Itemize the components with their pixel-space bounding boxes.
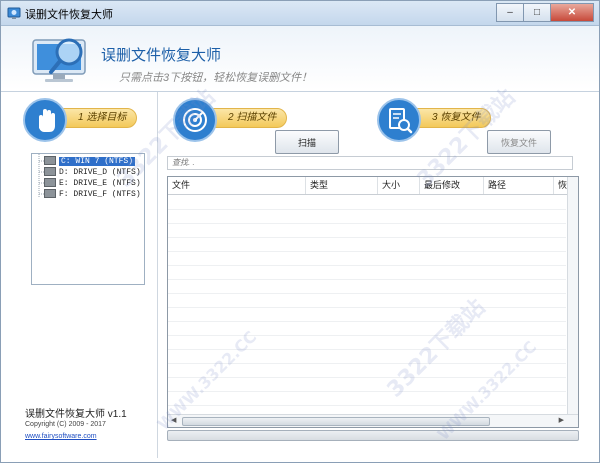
table-row (168, 321, 566, 336)
table-row (168, 223, 566, 238)
table-row (168, 237, 566, 252)
hard-drive-icon (44, 167, 56, 177)
header-subtitle: 只需点击3下按钮，轻松恢复误删文件！ (119, 72, 313, 84)
table-row (168, 209, 566, 224)
window-title: 误删文件恢复大师 (25, 9, 113, 21)
app-window: 误删文件恢复大师 – □ ✕ 误删文件恢复大师 只需点击3下按钮，轻松恢复误删文… (0, 0, 600, 463)
table-row (168, 307, 566, 322)
column-header-size[interactable]: 大小 (378, 177, 420, 194)
horizontal-scrollbar[interactable]: ◀ ▶ (168, 414, 578, 427)
column-header-file[interactable]: 文件 (168, 177, 306, 194)
table-row (168, 195, 566, 210)
app-version: 误删文件恢复大师 v1.1 (25, 409, 127, 420)
scan-progress-bar (167, 430, 579, 441)
hard-drive-icon (44, 189, 56, 199)
table-row (168, 279, 566, 294)
search-input[interactable] (167, 156, 573, 170)
table-row (168, 391, 566, 406)
app-icon (7, 7, 21, 19)
vertical-scrollbar[interactable] (567, 177, 578, 414)
column-header-type[interactable]: 类型 (306, 177, 378, 194)
file-list-table[interactable]: 文件 类型 大小 最后修改 路径 恢复 ◀ (167, 176, 579, 428)
title-bar[interactable]: 误删文件恢复大师 – □ ✕ (1, 1, 599, 26)
maximize-button[interactable]: □ (523, 3, 550, 22)
close-button[interactable]: ✕ (550, 3, 594, 22)
column-header-path[interactable]: 路径 (484, 177, 554, 194)
step-1-badge (23, 98, 67, 142)
table-row (168, 265, 566, 280)
scan-button[interactable]: 扫描 (275, 130, 339, 154)
minimize-button[interactable]: – (496, 3, 523, 22)
step-1-label: 1 选择目标 (55, 108, 138, 128)
recover-files-button[interactable]: 恢复文件 (487, 130, 551, 154)
scroll-right-icon[interactable]: ▶ (559, 416, 564, 424)
hand-icon (39, 109, 55, 132)
window-controls: – □ ✕ (496, 3, 594, 22)
table-header: 文件 类型 大小 最后修改 路径 恢复 (168, 177, 578, 195)
step-2-label: 2 扫描文件 (205, 108, 288, 128)
document-search-icon (389, 108, 413, 134)
header-title: 误删文件恢复大师 (101, 47, 222, 64)
hard-drive-icon (44, 156, 56, 166)
app-header: 误删文件恢复大师 只需点击3下按钮，轻松恢复误删文件！ (1, 26, 599, 90)
drive-item-f[interactable]: F: DRIVE_F (NTFS) (44, 189, 141, 200)
copyright-text: Copyright (C) 2009 - 2017 (25, 421, 106, 428)
table-row (168, 293, 566, 308)
step-3-badge (377, 98, 421, 142)
monitor-magnifier-logo (32, 38, 86, 82)
table-row (168, 251, 566, 266)
hard-drive-icon (44, 178, 56, 188)
website-link[interactable]: www.fairysoftware.com (25, 433, 97, 440)
